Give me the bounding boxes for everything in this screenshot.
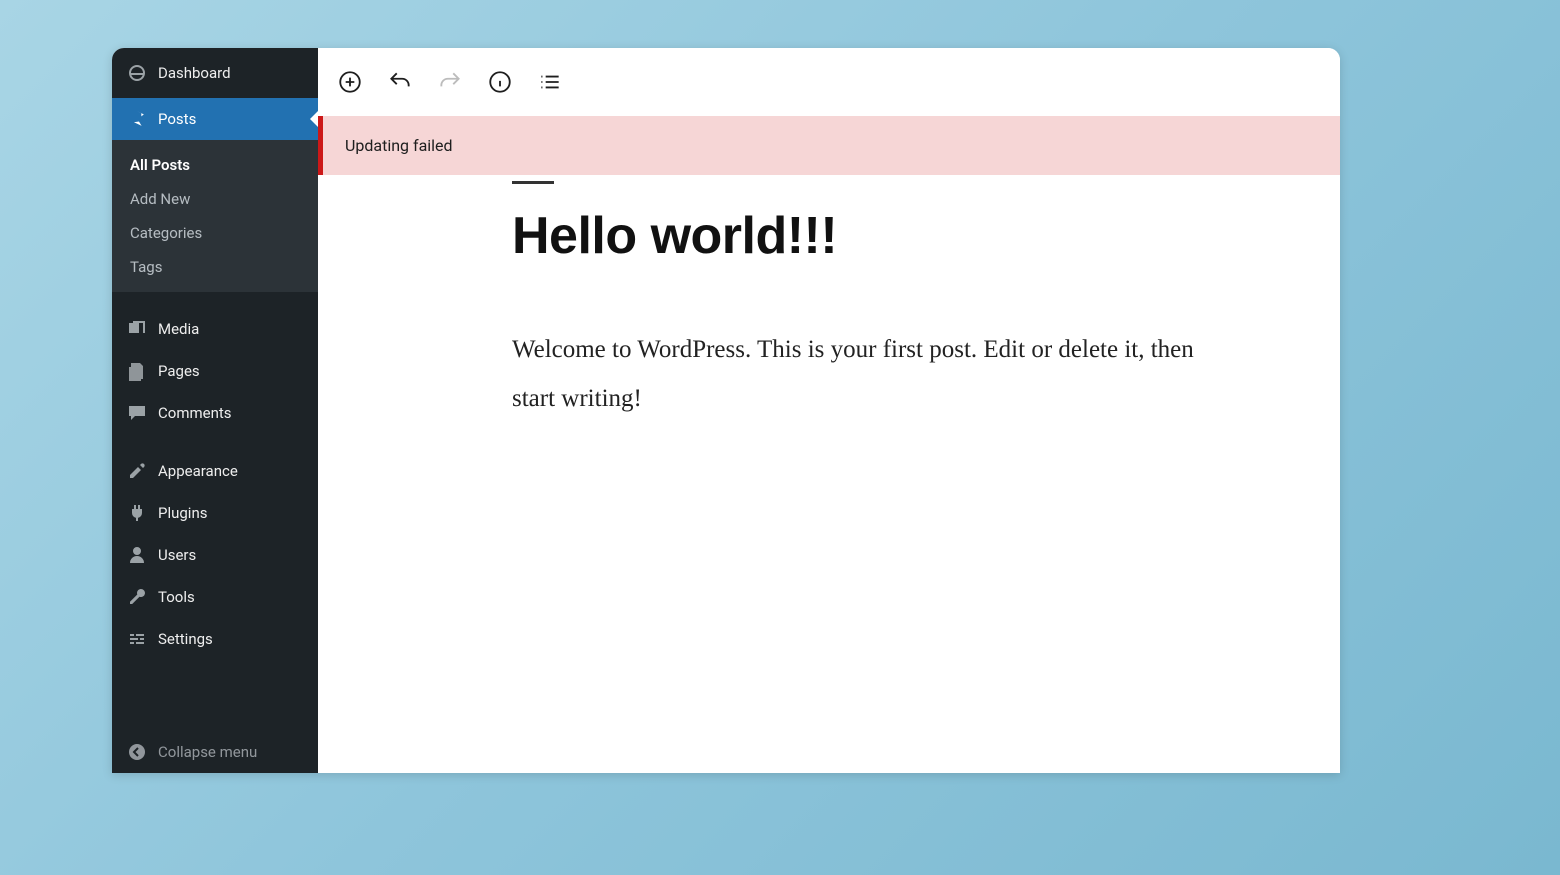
sidebar-label-users: Users — [158, 546, 196, 564]
collapse-label: Collapse menu — [158, 743, 257, 761]
pages-icon — [126, 360, 148, 382]
plugins-icon — [126, 502, 148, 524]
sidebar-label-posts: Posts — [158, 110, 196, 128]
wp-admin-window: Dashboard Posts All Posts Add New Catego… — [112, 48, 1340, 773]
title-block: Hello world!!! — [512, 181, 1300, 266]
submenu-add-new[interactable]: Add New — [112, 182, 318, 216]
error-message: Updating failed — [345, 136, 453, 155]
info-button[interactable] — [486, 68, 514, 96]
users-icon — [126, 544, 148, 566]
title-rule — [512, 181, 554, 184]
admin-sidebar: Dashboard Posts All Posts Add New Catego… — [112, 48, 318, 773]
active-arrow-icon — [310, 111, 318, 127]
add-block-button[interactable] — [336, 68, 364, 96]
sidebar-item-posts[interactable]: Posts — [112, 98, 318, 140]
sidebar-item-users[interactable]: Users — [112, 534, 318, 576]
sidebar-label-dashboard: Dashboard — [158, 64, 231, 82]
outline-button[interactable] — [536, 68, 564, 96]
sidebar-item-settings[interactable]: Settings — [112, 618, 318, 660]
tools-icon — [126, 586, 148, 608]
undo-button[interactable] — [386, 68, 414, 96]
sidebar-label-plugins: Plugins — [158, 504, 207, 522]
editor-content[interactable]: Hello world!!! Welcome to WordPress. Thi… — [318, 175, 1340, 773]
sidebar-item-pages[interactable]: Pages — [112, 350, 318, 392]
post-title[interactable]: Hello world!!! — [512, 206, 1300, 266]
submenu-tags[interactable]: Tags — [112, 250, 318, 284]
pushpin-icon — [126, 108, 148, 130]
sidebar-label-pages: Pages — [158, 362, 200, 380]
redo-button[interactable] — [436, 68, 464, 96]
submenu-all-posts[interactable]: All Posts — [112, 148, 318, 182]
sidebar-item-tools[interactable]: Tools — [112, 576, 318, 618]
sidebar-label-settings: Settings — [158, 630, 213, 648]
dashboard-icon — [126, 62, 148, 84]
posts-submenu: All Posts Add New Categories Tags — [112, 140, 318, 292]
sidebar-item-plugins[interactable]: Plugins — [112, 492, 318, 534]
sidebar-item-dashboard[interactable]: Dashboard — [112, 48, 318, 98]
appearance-icon — [126, 460, 148, 482]
sidebar-item-comments[interactable]: Comments — [112, 392, 318, 434]
collapse-icon — [126, 741, 148, 763]
submenu-categories[interactable]: Categories — [112, 216, 318, 250]
sidebar-label-media: Media — [158, 320, 199, 338]
error-notice: Updating failed — [318, 116, 1340, 175]
settings-icon — [126, 628, 148, 650]
collapse-menu-button[interactable]: Collapse menu — [112, 731, 318, 773]
media-icon — [126, 318, 148, 340]
post-body[interactable]: Welcome to WordPress. This is your first… — [512, 326, 1232, 424]
sidebar-label-comments: Comments — [158, 404, 232, 422]
sidebar-label-tools: Tools — [158, 588, 195, 606]
editor-toolbar — [318, 48, 1340, 116]
editor-main: Updating failed Hello world!!! Welcome t… — [318, 48, 1340, 773]
sidebar-item-appearance[interactable]: Appearance — [112, 450, 318, 492]
sidebar-item-media[interactable]: Media — [112, 308, 318, 350]
comments-icon — [126, 402, 148, 424]
sidebar-label-appearance: Appearance — [158, 462, 238, 480]
